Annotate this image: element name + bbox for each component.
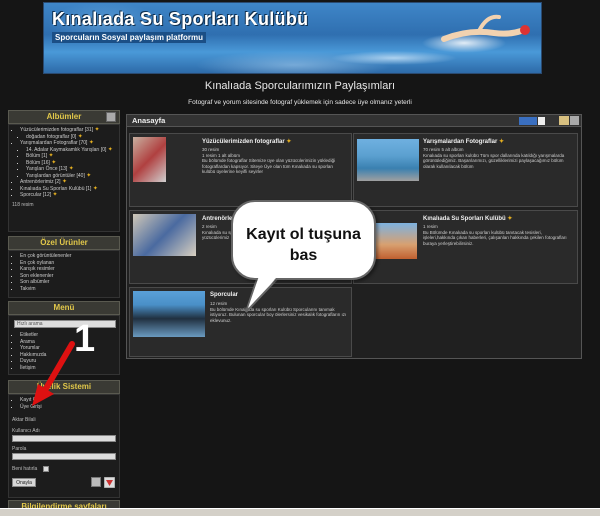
remember-checkbox[interactable] [43, 466, 49, 472]
album-link[interactable]: Sporcular [12] [20, 192, 51, 198]
album-card-title[interactable]: Yüzücülerimizden fotograflar ✦ [202, 138, 291, 145]
album-card-title[interactable]: Sporcular [210, 292, 238, 298]
quick-search-input[interactable] [14, 320, 116, 328]
album-card-info: 30 resim 1 resim 1 alt albüm Bu bölümde … [202, 147, 347, 175]
album-link[interactable]: Yarışmalardan Fotograflar [70] [20, 140, 87, 146]
grid-icon[interactable] [570, 116, 579, 125]
album-card-title[interactable]: Yarışmalardan Fotograflar ✦ [423, 138, 504, 145]
username-input[interactable] [12, 435, 116, 442]
swimmer-illustration [441, 14, 530, 42]
folder-icon[interactable] [106, 112, 116, 122]
folder-icon[interactable] [559, 116, 569, 125]
star-icon: ✦ [77, 133, 83, 140]
album-description: Bu Bölümde Kınalıada su sporları kulübü … [423, 229, 567, 246]
albums-title: Albümler [46, 112, 82, 121]
album-description: Bu bölümde fotograflar Sitemize üye olan… [202, 158, 336, 174]
menu-block-header: Menü [8, 301, 120, 315]
album-card[interactable]: Kınalıada Su Sporları Kulübü ✦ 1 resim B… [353, 210, 578, 284]
password-input[interactable] [12, 453, 116, 460]
star-icon: ✦ [107, 146, 113, 153]
special-title: Özel Ürünler [40, 238, 88, 247]
star-icon: ✦ [286, 139, 292, 145]
speech-bubble: Kayıt ol tuşuna bas [231, 200, 376, 280]
red-arrow-icon [32, 341, 75, 406]
album-link[interactable]: Bölüm [16] [26, 160, 50, 166]
page-icon[interactable] [538, 117, 545, 125]
albums-list: Yüzücülerimizden fotograflar [31] ✦ doğa… [9, 125, 119, 199]
login-fieldset-legend: Aktar Bilali [12, 417, 36, 423]
share-icon[interactable] [519, 117, 537, 125]
star-icon: ✦ [52, 192, 58, 198]
remember-label: Beni hatırla [12, 466, 38, 472]
page: Kınalıada Su Sporları Kulübü Sporcuların… [0, 0, 600, 516]
album-card[interactable]: Yüzücülerimizden fotograflar ✦ 30 resim … [129, 133, 352, 207]
albums-block-header: Albümler [8, 110, 120, 124]
star-icon: ✦ [48, 153, 54, 159]
special-item[interactable]: Takvim [20, 286, 119, 293]
album-card[interactable]: Sporcular 12 resim Bu bölümde Kınalıada … [129, 287, 352, 357]
album-thumbnail[interactable] [357, 139, 419, 181]
star-icon: ✦ [68, 166, 74, 172]
album-link[interactable]: doğadan fotograflar [0] [26, 134, 76, 140]
submit-button[interactable]: Onayla [12, 478, 36, 487]
star-icon: ✦ [88, 140, 94, 146]
album-link[interactable]: 14. Adalar Kaymakamlık Yarışları [0] [26, 147, 106, 153]
special-block: En çok görüntülenenler En çok oylanan Ka… [8, 250, 120, 298]
star-icon: ✦ [51, 159, 57, 166]
album-link[interactable]: Antrenörlerimiz [2] [20, 179, 61, 185]
main-header: Anasayfa [127, 115, 581, 127]
username-label: Kullanıcı Adı [12, 428, 40, 434]
star-icon: ✦ [61, 179, 67, 185]
special-block-header: Özel Ürünler [8, 236, 120, 250]
star-icon: ✦ [94, 127, 100, 133]
star-icon: ✦ [86, 172, 92, 179]
banner-title: Kınalıada Su Sporları Kulübü [52, 9, 309, 29]
warning-icon[interactable] [104, 477, 115, 488]
album-card-info: 70 resim 5 alt albüm Kınalıada su sporla… [423, 147, 573, 169]
album-card-title[interactable]: Kınalıada Su Sporları Kulübü ✦ [423, 215, 512, 222]
album-thumbnail[interactable] [133, 214, 196, 256]
bubble-text: Kayıt ol tuşuna bas [246, 226, 361, 264]
album-thumbnail[interactable] [133, 137, 166, 182]
special-list: En çok görüntülenenler En çok oylanan Ka… [9, 251, 119, 292]
star-icon: ✦ [507, 216, 513, 222]
site-title: Kınalıada Sporcularımızın Paylaşımları [204, 80, 396, 92]
album-link[interactable]: Yarışları Önce [13] [26, 166, 67, 172]
album-card[interactable]: Yarışmalardan Fotograflar ✦ 70 resim 5 a… [353, 133, 578, 207]
album-link[interactable]: Yüzücülerimizden fotograflar [31] [20, 127, 93, 133]
star-icon: ✦ [499, 139, 505, 145]
main-heading: Anasayfa [132, 116, 166, 125]
password-label: Parola [12, 446, 27, 452]
album-description: Bu bölümde Kınalıada su sporları Kulübü … [210, 306, 347, 323]
album-link[interactable]: Bölüm [1] [26, 153, 47, 159]
edit-icon[interactable] [91, 477, 101, 487]
albums-block: Yüzücülerimizden fotograflar [31] ✦ doğa… [8, 124, 120, 232]
site-note: Fotograf ve yorum sitesinde fotograf yük… [188, 99, 412, 106]
album-description: Kınalıada su sporları kulübü Tüm spor da… [423, 152, 565, 169]
album-thumbnail[interactable] [373, 223, 417, 259]
album-link[interactable]: Kınalıada Su Sporları Kulübü [1] [20, 186, 91, 192]
album-card-info: 1 resim Bu Bölümde Kınalıada su sporları… [423, 224, 573, 246]
taskbar[interactable] [0, 508, 600, 516]
site-banner[interactable]: Kınalıada Su Sporları Kulübü Sporcuların… [43, 2, 542, 74]
menu-title: Menü [53, 303, 75, 312]
albums-footer: 118 resim [12, 201, 34, 208]
banner-subtitle: Sporcuların Sosyal paylaşım platformu [52, 32, 207, 43]
album-card-info: 12 resim Bu bölümde Kınalıada su sporlar… [210, 301, 348, 323]
star-icon: ✦ [92, 185, 98, 192]
album-thumbnail[interactable] [133, 291, 205, 337]
album-link[interactable]: Yarışlardan görüntüler [40] [26, 173, 85, 179]
